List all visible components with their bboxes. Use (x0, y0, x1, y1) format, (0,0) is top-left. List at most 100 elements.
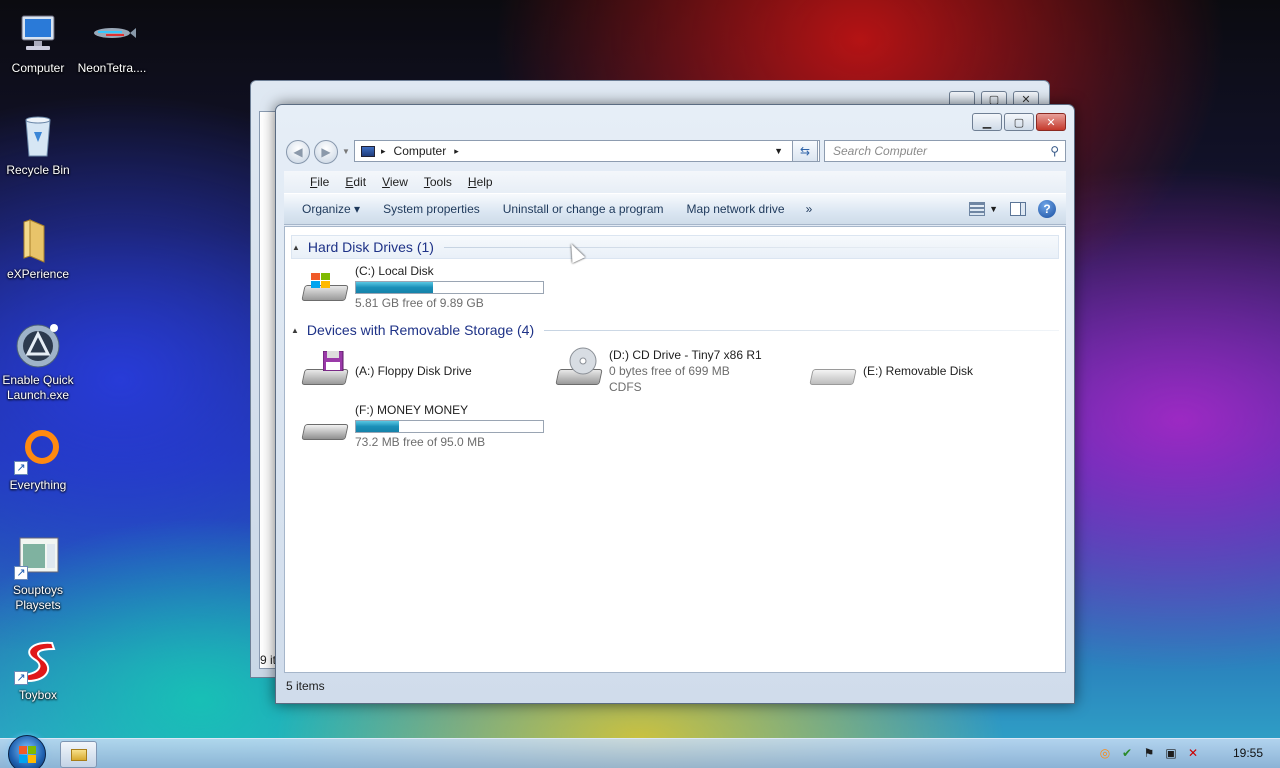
desktop-icon-label: Enable Quick Launch.exe (2, 373, 74, 402)
minimize-button[interactable]: ▁ (972, 113, 1002, 131)
collapse-icon[interactable]: ▲ (292, 243, 300, 252)
recycle-bin-icon (14, 112, 62, 160)
hard-drive-icon (301, 269, 349, 303)
group-hard-disk-drives[interactable]: ▲ Hard Disk Drives (1) (291, 235, 1059, 259)
forward-button[interactable]: ▶ (314, 140, 338, 164)
map-network-drive-button[interactable]: Map network drive (679, 202, 800, 216)
drive-d-item[interactable]: (D:) CD Drive - Tiny7 x86 R1 0 bytes fre… (555, 347, 762, 395)
drive-f-item[interactable]: (F:) MONEY MONEY 73.2 MB free of 95.0 MB (301, 402, 544, 450)
toybox-icon: ↗ (14, 637, 62, 685)
app-window-icon: ↗ (14, 532, 62, 580)
taskbar: ◎ ✔ ⚑ ▣ ✕ 19:55 (0, 735, 1280, 768)
search-input[interactable]: Search Computer ⚲ (824, 140, 1066, 162)
group-removable-storage[interactable]: ▲ Devices with Removable Storage (4) (291, 318, 1059, 342)
refresh-button[interactable]: ⇆ (792, 140, 818, 162)
computer-small-icon (361, 145, 375, 157)
preview-pane-icon[interactable] (1010, 202, 1026, 216)
explorer-window[interactable]: ▁ ▢ ✕ ◀ ▶ ▼ ▸ Computer ▸ ▼ ⇆ Search Comp… (275, 104, 1075, 704)
menu-bar: File Edit View Tools Help (284, 171, 1066, 193)
drive-name: (F:) MONEY MONEY (355, 403, 469, 417)
command-bar-right: ▼ ? (969, 200, 1056, 218)
shortcut-arrow-icon: ↗ (14, 566, 28, 580)
drive-filesystem: CDFS (609, 380, 642, 394)
drive-name: (D:) CD Drive - Tiny7 x86 R1 (609, 348, 762, 362)
volume-muted-icon[interactable]: ✕ (1186, 746, 1200, 760)
folder-icon (14, 216, 62, 264)
desktop-icon-label: Recycle Bin (6, 163, 70, 177)
maximize-button[interactable]: ▢ (1004, 113, 1034, 131)
desktop-icon-enable-quick-launch[interactable]: Enable Quick Launch.exe (0, 322, 76, 403)
items-view[interactable]: ▲ Hard Disk Drives (1) (C:) Local Disk 5… (284, 226, 1066, 673)
security-tray-icon[interactable]: ✔ (1120, 746, 1134, 760)
drive-usage-bar (355, 420, 544, 433)
cd-drive-icon (555, 347, 603, 387)
window-controls: ▁ ▢ ✕ (972, 113, 1066, 131)
more-commands-button[interactable]: » (800, 202, 819, 216)
desktop-icon-neontetra[interactable]: NeonTetra.... (74, 10, 150, 76)
desktop-icon-computer[interactable]: Computer (0, 10, 76, 76)
system-tray: ◎ ✔ ⚑ ▣ ✕ 19:55 (1098, 746, 1268, 760)
menu-help[interactable]: Help (460, 175, 501, 189)
search-app-icon: ↗ (14, 427, 62, 475)
drive-name: (C:) Local Disk (355, 264, 434, 278)
removable-disk-icon (809, 353, 857, 387)
help-icon[interactable]: ? (1038, 200, 1056, 218)
removable-disk-icon (301, 408, 349, 442)
everything-tray-icon[interactable]: ◎ (1098, 746, 1112, 760)
organize-button[interactable]: Organize ▾ (294, 202, 375, 216)
breadcrumb-separator[interactable]: ▸ (381, 146, 386, 157)
start-button[interactable] (8, 735, 46, 768)
shortcut-arrow-icon: ↗ (14, 671, 28, 685)
drive-usage-fill (356, 421, 399, 432)
back-button[interactable]: ◀ (286, 140, 310, 164)
desktop-icon-label: eXPerience (6, 267, 70, 281)
app-icon (14, 322, 62, 370)
desktop-icon-souptoys[interactable]: ↗ Souptoys Playsets (0, 532, 76, 613)
back-arrow-icon: ◀ (293, 145, 303, 159)
menu-file[interactable]: File (302, 175, 337, 189)
desktop-icon-toybox[interactable]: ↗ Toybox (0, 637, 76, 703)
desktop-icon-recycle-bin[interactable]: Recycle Bin (0, 112, 76, 178)
drive-free-space: 0 bytes free of 699 MB (609, 364, 730, 378)
network-icon[interactable]: ▣ (1164, 746, 1178, 760)
drive-free-space: 73.2 MB free of 95.0 MB (355, 435, 486, 449)
menu-tools[interactable]: Tools (416, 175, 460, 189)
collapse-icon[interactable]: ▲ (291, 326, 299, 335)
address-row: ◀ ▶ ▼ ▸ Computer ▸ ▼ ⇆ Search Computer ⚲ (284, 139, 1066, 165)
desktop-icon-label: NeonTetra.... (77, 61, 147, 75)
desktop-icon-label: Souptoys Playsets (12, 583, 64, 612)
action-center-flag-icon[interactable]: ⚑ (1142, 746, 1156, 760)
desktop-icon-label: Toybox (18, 688, 58, 702)
address-bar[interactable]: ▸ Computer ▸ ▼ (354, 140, 820, 162)
taskbar-explorer-button[interactable] (60, 741, 97, 768)
desktop-icon-everything[interactable]: ↗ Everything (0, 427, 76, 493)
search-icon[interactable]: ⚲ (1050, 144, 1059, 158)
menu-edit[interactable]: Edit (337, 175, 374, 189)
change-view-icon[interactable] (969, 202, 986, 216)
breadcrumb-computer[interactable]: Computer (394, 144, 447, 158)
desktop-icon-label: Computer (11, 61, 65, 75)
view-dropdown-icon[interactable]: ▼ (989, 204, 998, 214)
breadcrumb-separator[interactable]: ▸ (454, 146, 459, 157)
floppy-drive-icon (301, 351, 349, 387)
drive-usage-fill (356, 282, 433, 293)
taskbar-clock[interactable]: 19:55 (1228, 746, 1268, 760)
item-count: 5 items (286, 679, 325, 693)
uninstall-program-button[interactable]: Uninstall or change a program (495, 202, 679, 216)
drive-free-space: 5.81 GB free of 9.89 GB (355, 296, 484, 310)
desktop-icon-label: Everything (9, 478, 67, 492)
drive-usage-bar (355, 281, 544, 294)
search-placeholder: Search Computer (833, 144, 928, 158)
folder-icon (71, 749, 87, 761)
drive-c-item[interactable]: (C:) Local Disk 5.81 GB free of 9.89 GB (301, 263, 544, 311)
system-properties-button[interactable]: System properties (375, 202, 495, 216)
background-window-status: 9 it (260, 653, 277, 667)
recent-pages-dropdown[interactable]: ▼ (342, 147, 350, 156)
close-button[interactable]: ✕ (1036, 113, 1066, 131)
desktop-icon-experience[interactable]: eXPerience (0, 216, 76, 282)
drive-a-item[interactable]: (A:) Floppy Disk Drive (301, 347, 472, 387)
address-dropdown-icon[interactable]: ▼ (774, 146, 783, 156)
drive-e-item[interactable]: (E:) Removable Disk (809, 347, 973, 387)
menu-view[interactable]: View (374, 175, 416, 189)
forward-arrow-icon: ▶ (321, 145, 331, 159)
